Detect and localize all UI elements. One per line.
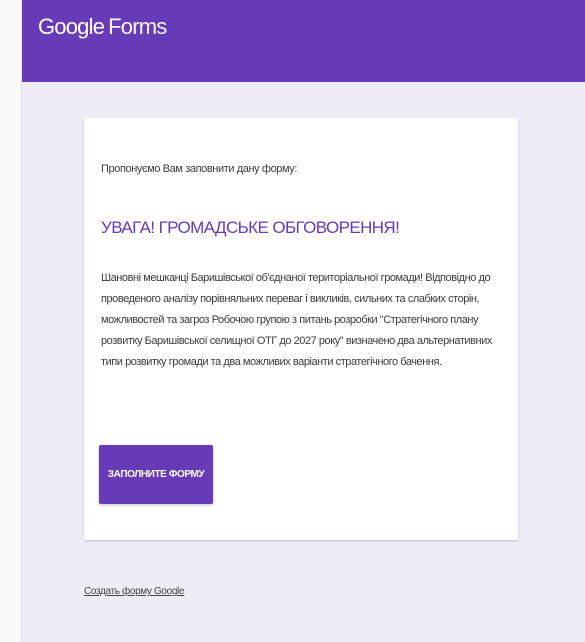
fill-form-button[interactable]: ЗАПОЛНИТЕ ФОРМУ (99, 445, 213, 504)
left-edge-strip (0, 0, 22, 642)
forms-email-page: Google Forms Пропонуємо Вам заповнити дан… (0, 0, 585, 642)
form-invitation-card: Пропонуємо Вам заповнити дану форму: УВА… (84, 118, 518, 540)
create-google-form-link[interactable]: Создать форму Google (84, 586, 185, 597)
brand-google-text: Google (38, 14, 105, 39)
form-title: УВАГА! ГРОМАДСЬКЕ ОБГОВОРЕННЯ! (101, 218, 400, 237)
intro-text: Пропонуємо Вам заповнити дану форму: (101, 163, 298, 175)
header-bar: Google Forms (22, 0, 585, 82)
google-forms-logo: Google Forms (38, 14, 167, 40)
brand-forms-text: Forms (108, 14, 167, 39)
form-description: Шановні мешканці Баришівської об'єднаної… (101, 272, 492, 368)
